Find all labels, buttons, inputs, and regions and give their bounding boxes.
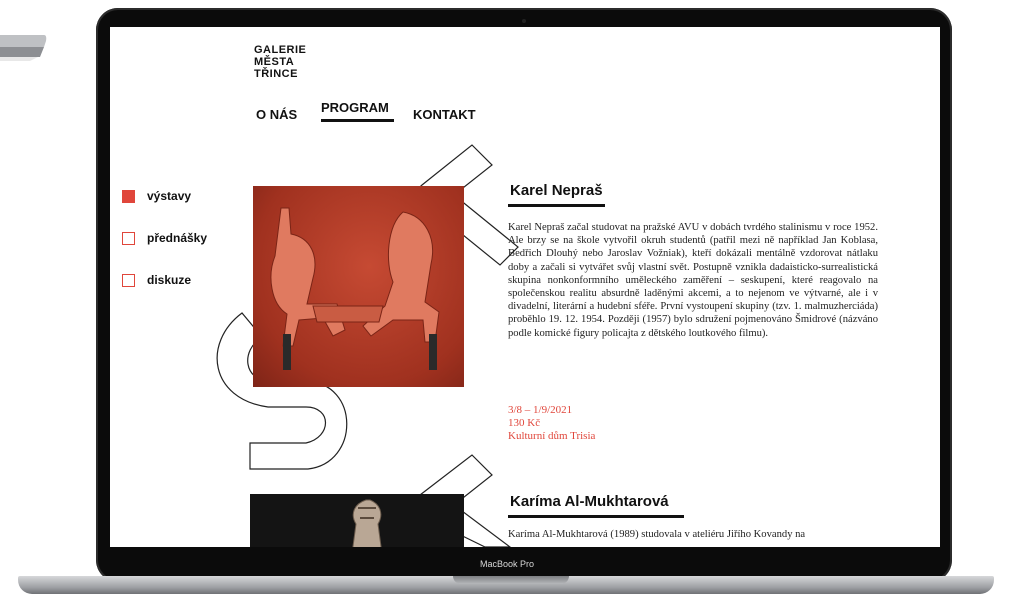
filter-label: diskuze [147, 273, 192, 287]
nav-program[interactable]: PROGRAM [321, 100, 389, 115]
event-date: 3/8 – 1/9/2021 [508, 404, 573, 416]
nav-kontakt[interactable]: KONTAKT [413, 107, 476, 122]
filter-vystavy[interactable]: výstavy [122, 189, 191, 203]
filter-label: výstavy [147, 189, 192, 203]
nav-active-underline [321, 119, 394, 122]
logo-line-1: GALERIE [254, 44, 307, 56]
logo-line-2: MĚSTA [254, 56, 295, 68]
site-logo[interactable]: GALERIE MĚSTA TŘINCE [254, 44, 306, 80]
event-description: Karel Nepraš začal studovat na pražské A… [508, 222, 878, 339]
partial-device-image [0, 35, 47, 61]
checkbox-checked-icon[interactable] [122, 189, 135, 203]
event-title[interactable]: Karel Nepraš [510, 182, 603, 199]
checkbox-icon[interactable] [122, 231, 135, 245]
event-venue: Kulturní dům Trisia [508, 430, 596, 442]
checkbox-icon[interactable] [122, 273, 135, 287]
title-underline [508, 204, 605, 207]
event-price: 130 Kč [508, 417, 541, 429]
filter-diskuze[interactable]: diskuze [122, 273, 191, 287]
device-label: MacBook Pro [479, 559, 535, 569]
laptop-screen: GALERIE MĚSTA TŘINCE O NÁS PROGRAM KONTA… [110, 27, 940, 547]
event-description: Karíma Al-Mukhtarová (1989) studovala v … [508, 529, 806, 540]
filter-prednasky[interactable]: přednášky [122, 231, 207, 245]
event-title[interactable]: Karíma Al-Mukhtarová [510, 493, 669, 510]
logo-line-3: TŘINCE [254, 68, 298, 80]
event-image-sculpture-2[interactable] [250, 494, 464, 547]
laptop-notch [453, 576, 569, 584]
title-underline [508, 515, 684, 518]
filter-label: přednášky [147, 231, 208, 245]
camera-icon [522, 19, 526, 23]
nav-o-nas[interactable]: O NÁS [256, 107, 297, 122]
event-image-sculpture[interactable] [253, 186, 464, 387]
